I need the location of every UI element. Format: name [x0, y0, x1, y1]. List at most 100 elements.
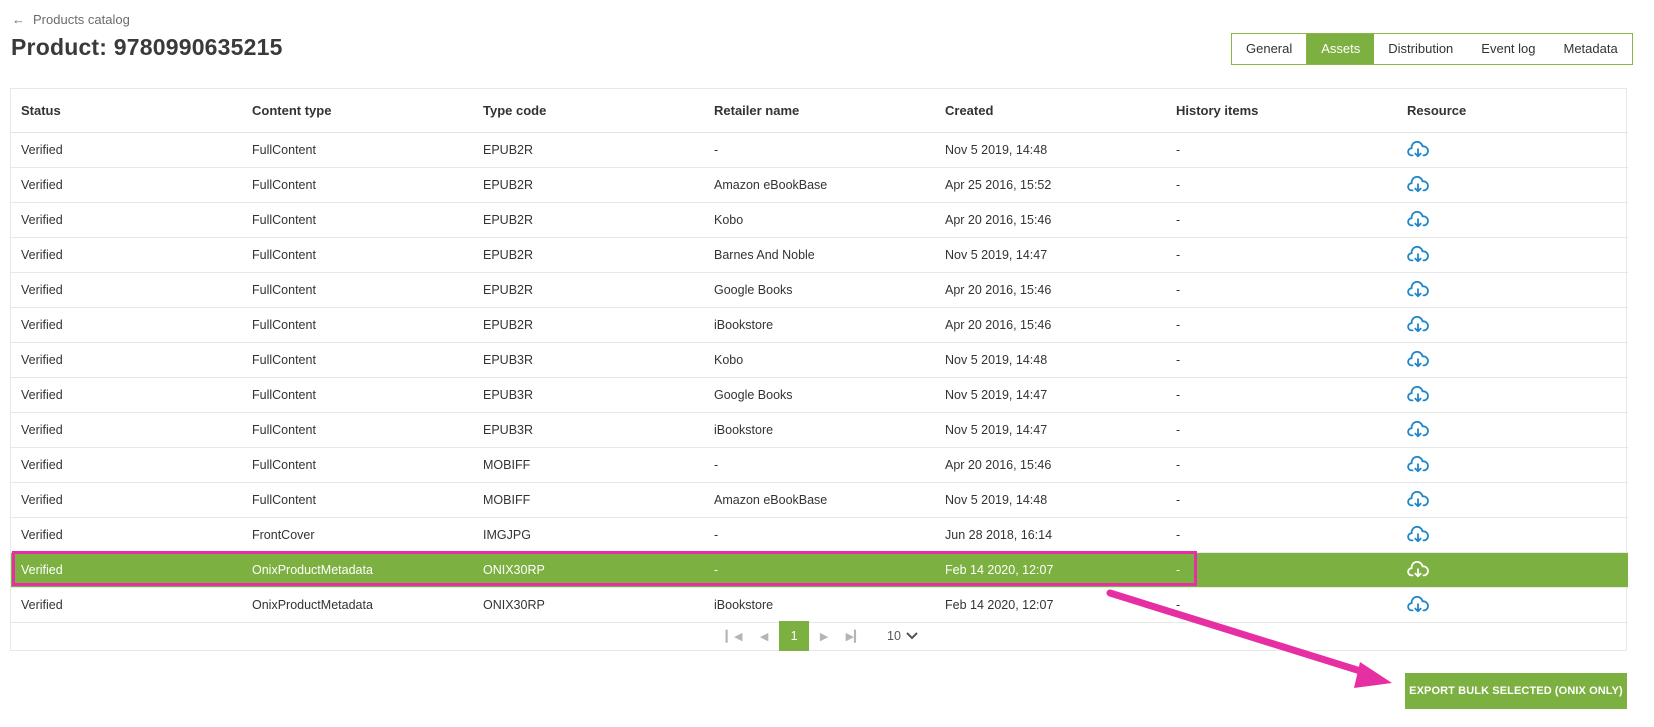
- cloud-download-icon[interactable]: [1407, 490, 1429, 509]
- column-header-type-code[interactable]: Type code: [473, 89, 704, 133]
- export-bulk-selected-button[interactable]: EXPORT BULK SELECTED (ONIX ONLY): [1405, 673, 1627, 709]
- back-link-label: Products catalog: [33, 12, 130, 27]
- column-header-content-type[interactable]: Content type: [242, 89, 473, 133]
- cell-type-code: ONIX30RP: [473, 587, 704, 623]
- cell-type-code: EPUB2R: [473, 237, 704, 273]
- cell-content-type: FullContent: [242, 482, 473, 518]
- cloud-download-icon[interactable]: [1407, 420, 1429, 439]
- last-page-icon[interactable]: ▶▎: [839, 621, 869, 651]
- cell-history-items: -: [1166, 237, 1397, 273]
- cell-resource: [1397, 272, 1628, 308]
- cell-retailer-name: -: [704, 517, 935, 553]
- cell-content-type: FullContent: [242, 342, 473, 378]
- cell-status: Verified: [11, 307, 242, 343]
- cloud-download-icon[interactable]: [1407, 350, 1429, 369]
- tab-metadata[interactable]: Metadata: [1550, 34, 1632, 64]
- cell-created: Apr 20 2016, 15:46: [935, 272, 1166, 308]
- cell-retailer-name: Kobo: [704, 202, 935, 238]
- table-row-selected[interactable]: Verified OnixProductMetadata ONIX30RP - Feb …: [11, 552, 1628, 588]
- tab-general[interactable]: General: [1232, 34, 1308, 64]
- cell-content-type: OnixProductMetadata: [242, 587, 473, 623]
- cell-created: Nov 5 2019, 14:47: [935, 377, 1166, 413]
- cloud-download-icon[interactable]: [1407, 560, 1429, 579]
- cell-created: Jun 28 2018, 16:14: [935, 517, 1166, 553]
- cell-resource: [1397, 342, 1628, 378]
- column-header-retailer-name[interactable]: Retailer name: [704, 89, 935, 133]
- page-size-select[interactable]: 10: [887, 629, 918, 643]
- table-row[interactable]: Verified FullContent EPUB2R Barnes And Nobl…: [11, 237, 1628, 273]
- table-row[interactable]: Verified FullContent EPUB3R Kobo Nov 5 2019,…: [11, 342, 1628, 378]
- cloud-download-icon[interactable]: [1407, 210, 1429, 229]
- cell-history-items: -: [1166, 307, 1397, 343]
- cell-history-items: -: [1166, 482, 1397, 518]
- cell-retailer-name: iBookstore: [704, 412, 935, 448]
- cell-content-type: FullContent: [242, 447, 473, 483]
- cloud-download-icon[interactable]: [1407, 525, 1429, 544]
- table-row[interactable]: Verified FullContent EPUB2R Kobo Apr 20 2016…: [11, 202, 1628, 238]
- cell-type-code: EPUB3R: [473, 342, 704, 378]
- cell-history-items: -: [1166, 587, 1397, 623]
- column-header-history-items[interactable]: History items: [1166, 89, 1397, 133]
- cell-status: Verified: [11, 167, 242, 203]
- page-title: Product: 9780990635215: [11, 34, 283, 60]
- cell-status: Verified: [11, 587, 242, 623]
- table-row[interactable]: Verified FullContent EPUB3R iBookstore Nov 5…: [11, 412, 1628, 448]
- cell-created: Nov 5 2019, 14:47: [935, 237, 1166, 273]
- cell-content-type: FullContent: [242, 132, 473, 168]
- table-row[interactable]: Verified FullContent EPUB2R Amazon eBookBas…: [11, 167, 1628, 203]
- cell-created: Nov 5 2019, 14:48: [935, 132, 1166, 168]
- first-page-icon[interactable]: ▎◀: [719, 621, 749, 651]
- cell-type-code: EPUB2R: [473, 202, 704, 238]
- cell-resource: [1397, 307, 1628, 343]
- cell-status: Verified: [11, 412, 242, 448]
- back-to-products-catalog-link[interactable]: ← Products catalog: [12, 12, 130, 27]
- cell-history-items: -: [1166, 552, 1397, 588]
- cell-content-type: FullContent: [242, 377, 473, 413]
- prev-page-icon[interactable]: ◀: [749, 621, 779, 651]
- table-row[interactable]: Verified FullContent EPUB2R - Nov 5 2019, 14…: [11, 132, 1628, 168]
- cloud-download-icon[interactable]: [1407, 315, 1429, 334]
- cell-retailer-name: Google Books: [704, 272, 935, 308]
- cloud-download-icon[interactable]: [1407, 245, 1429, 264]
- cloud-download-icon[interactable]: [1407, 385, 1429, 404]
- cell-created: Apr 20 2016, 15:46: [935, 447, 1166, 483]
- table-row[interactable]: Verified FullContent EPUB3R Google Books Nov…: [11, 377, 1628, 413]
- cell-status: Verified: [11, 272, 242, 308]
- cell-type-code: EPUB2R: [473, 132, 704, 168]
- table-row[interactable]: Verified FullContent EPUB2R Google Books Apr…: [11, 272, 1628, 308]
- page-number-current[interactable]: 1: [779, 621, 810, 651]
- cell-type-code: EPUB2R: [473, 272, 704, 308]
- cell-type-code: MOBIFF: [473, 447, 704, 483]
- table-row[interactable]: Verified FullContent EPUB2R iBookstore Apr 2…: [11, 307, 1628, 343]
- column-header-resource[interactable]: Resource: [1397, 89, 1628, 133]
- cell-created: Nov 5 2019, 14:47: [935, 412, 1166, 448]
- cell-resource: [1397, 412, 1628, 448]
- cell-content-type: FullContent: [242, 167, 473, 203]
- cell-resource: [1397, 517, 1628, 553]
- tab-assets[interactable]: Assets: [1307, 34, 1375, 64]
- cell-content-type: OnixProductMetadata: [242, 552, 473, 588]
- cell-created: Feb 14 2020, 12:07: [935, 587, 1166, 623]
- tab-distribution[interactable]: Distribution: [1374, 34, 1467, 64]
- cloud-download-icon[interactable]: [1407, 175, 1429, 194]
- cell-resource: [1397, 587, 1628, 623]
- cell-history-items: -: [1166, 132, 1397, 168]
- table-row[interactable]: Verified OnixProductMetadata ONIX30RP iBook…: [11, 587, 1628, 623]
- cloud-download-icon[interactable]: [1407, 140, 1429, 159]
- table-row[interactable]: Verified FullContent MOBIFF - Apr 20 2016, 1…: [11, 447, 1628, 483]
- cloud-download-icon[interactable]: [1407, 280, 1429, 299]
- cell-history-items: -: [1166, 447, 1397, 483]
- cell-history-items: -: [1166, 167, 1397, 203]
- next-page-icon[interactable]: ▶: [809, 621, 839, 651]
- cell-resource: [1397, 377, 1628, 413]
- table-row[interactable]: Verified FrontCover IMGJPG - Jun 28 2018, 16…: [11, 517, 1628, 553]
- column-header-created[interactable]: Created: [935, 89, 1166, 133]
- table-row[interactable]: Verified FullContent MOBIFF Amazon eBookBas…: [11, 482, 1628, 518]
- pagination: ▎◀ ◀ 1 ▶ ▶▎ 10: [10, 621, 1627, 651]
- cloud-download-icon[interactable]: [1407, 595, 1429, 614]
- tab-event-log[interactable]: Event log: [1467, 34, 1549, 64]
- cell-type-code: EPUB3R: [473, 412, 704, 448]
- column-header-status[interactable]: Status: [11, 89, 242, 133]
- cloud-download-icon[interactable]: [1407, 455, 1429, 474]
- cell-content-type: FrontCover: [242, 517, 473, 553]
